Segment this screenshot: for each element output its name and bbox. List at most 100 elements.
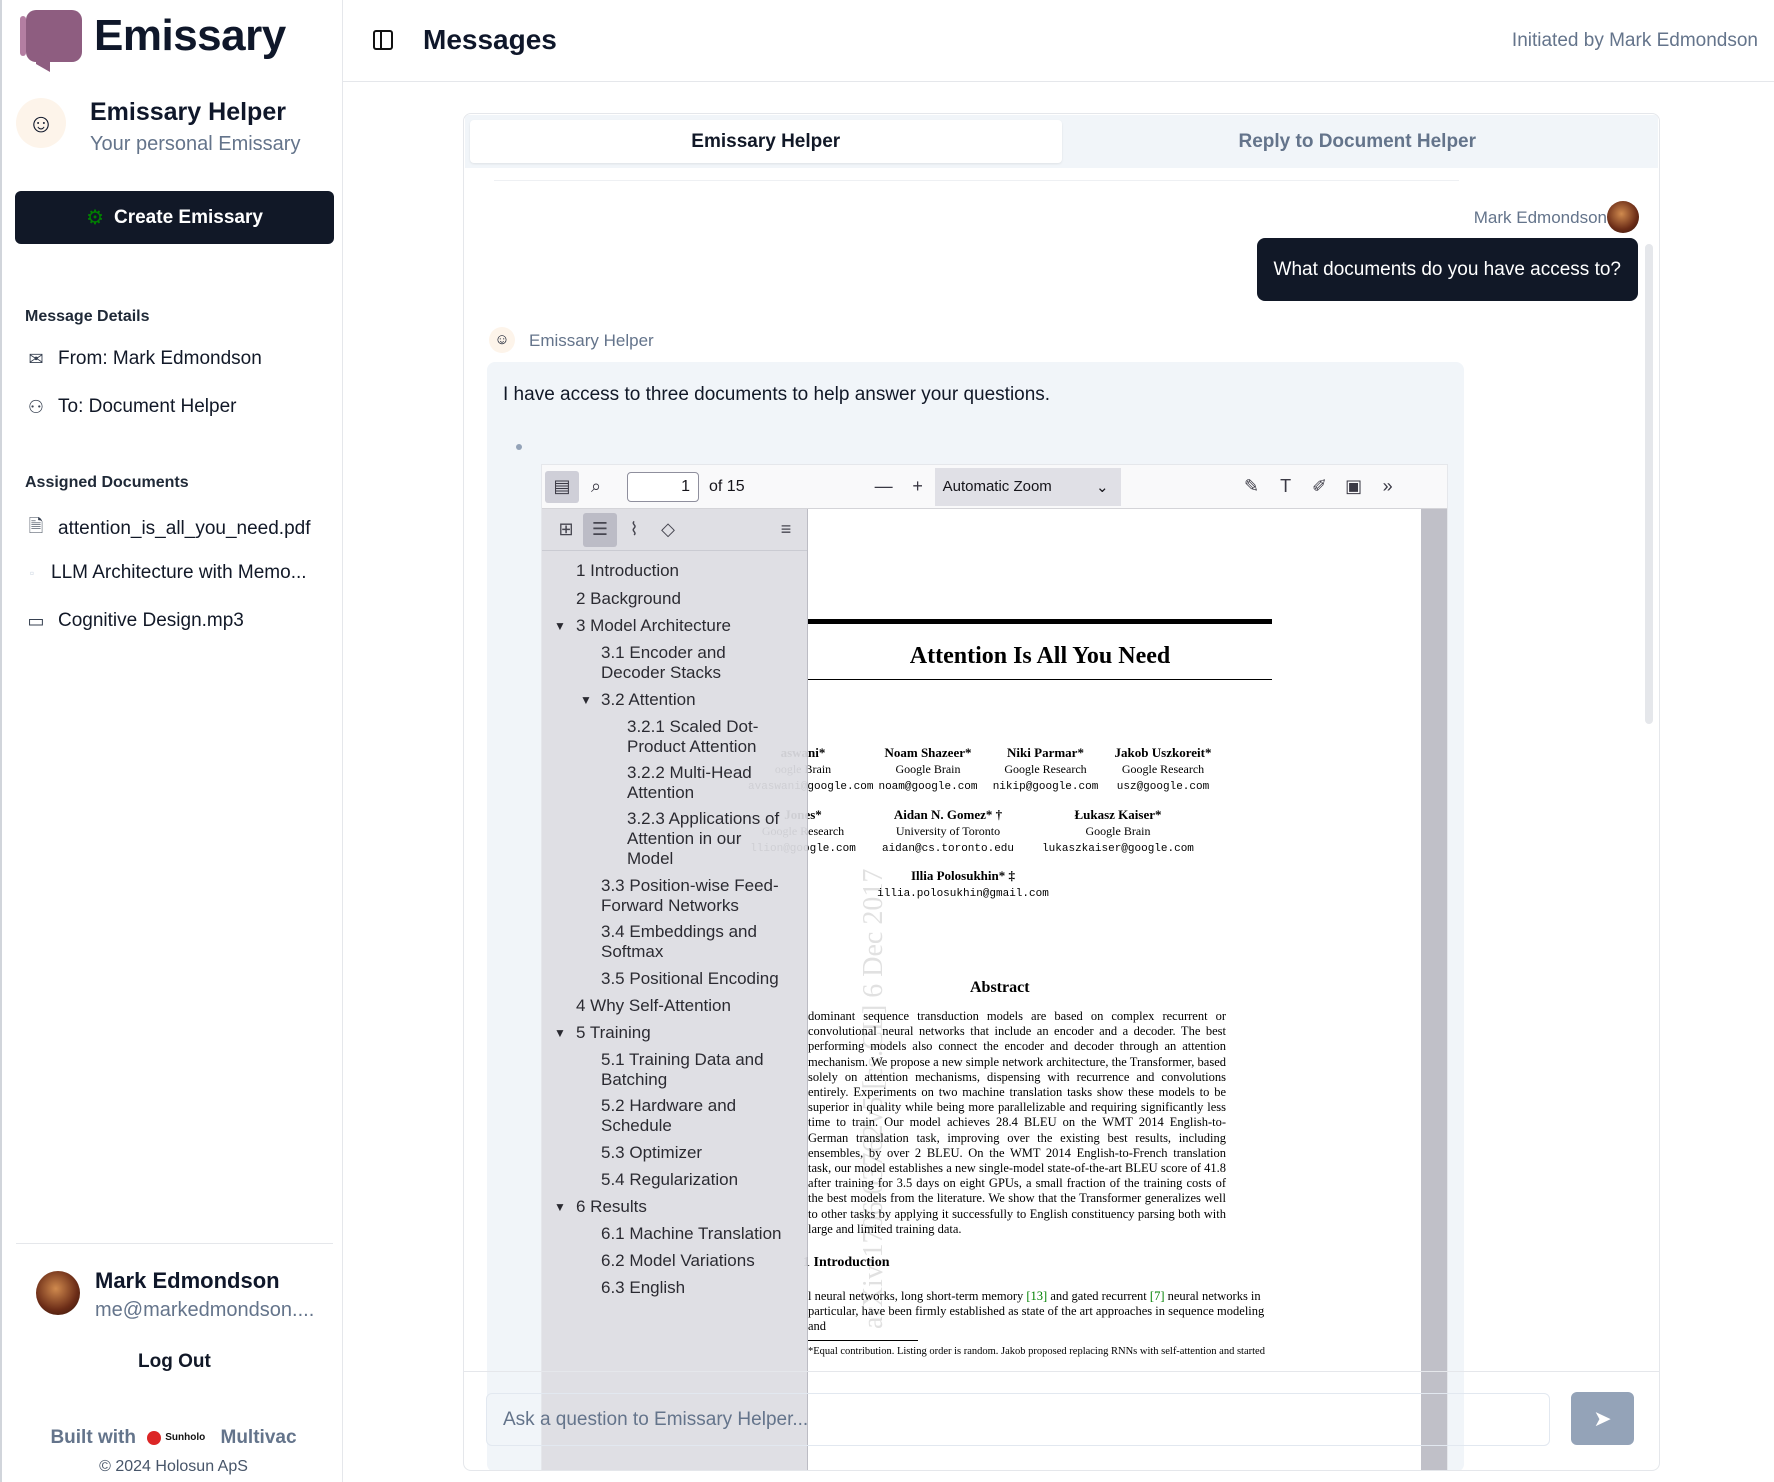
author: Noam Shazeer* Google Brain noam@google.com	[878, 745, 978, 793]
expand-triangle-icon[interactable]: ▼	[554, 1026, 566, 1040]
user-name: Mark Edmondson	[95, 1268, 280, 1293]
outline-item[interactable]: 3.2 Attention	[601, 690, 696, 710]
composer: Ask a question to Emissary Helper... ➤	[464, 1371, 1659, 1470]
outline-item[interactable]: Forward Networks	[601, 896, 739, 916]
pdf-toolbar: ▤ ⌕ 1 of 15 — + Automatic Zoom ⌄ ✎ T ✐ ▣…	[542, 465, 1447, 509]
current-outline-icon[interactable]: ≡	[769, 513, 803, 547]
pdf-outline-sidebar: ⊞ ☰ ⌇ ◇ ≡ 1 Introduction 2 Background ▼ …	[542, 509, 808, 1470]
copyright: © 2024 Holosun ApS	[99, 1458, 248, 1475]
image-icon[interactable]: ▣	[1337, 471, 1371, 503]
outline-toolbar: ⊞ ☰ ⌇ ◇ ≡	[542, 509, 807, 551]
abstract-text: dominant sequence transduction models ar…	[808, 1009, 1226, 1236]
create-emissary-label: Create Emissary	[114, 206, 263, 228]
document-item[interactable]: ▫ LLM Architecture with Memo...	[24, 562, 307, 584]
user-message: What documents do you have access to?	[1256, 238, 1638, 301]
helper-message-avatar: ☺	[489, 327, 515, 353]
gear-icon: ⚙	[86, 207, 104, 229]
text-icon[interactable]: T	[1269, 471, 1303, 503]
outline-item[interactable]: 5.4 Regularization	[601, 1170, 738, 1190]
outline-item[interactable]: 6 Results	[576, 1197, 647, 1217]
document-item[interactable]: ▭ Cognitive Design.mp3	[25, 610, 244, 632]
user-avatar	[36, 1271, 80, 1315]
document-item[interactable]: 🗎 attention_is_all_you_need.pdf	[25, 514, 311, 544]
draw-icon[interactable]: ✐	[1303, 471, 1337, 503]
outline-item[interactable]: 3.2.1 Scaled Dot-	[627, 717, 758, 737]
outline-item[interactable]: Softmax	[601, 942, 663, 962]
multivac-link[interactable]: Multivac	[221, 1427, 297, 1448]
tab-reply-document-helper[interactable]: Reply to Document Helper	[1062, 120, 1654, 163]
expand-triangle-icon[interactable]: ▼	[554, 1200, 566, 1214]
initiated-by: Initiated by Mark Edmondson	[1511, 30, 1758, 51]
page-number-input[interactable]: 1	[627, 471, 699, 502]
document-label: attention_is_all_you_need.pdf	[58, 518, 311, 539]
zoom-select[interactable]: Automatic Zoom ⌄	[934, 467, 1121, 506]
tab-emissary-helper[interactable]: Emissary Helper	[470, 120, 1062, 163]
outline-item[interactable]: 4 Why Self-Attention	[576, 996, 731, 1016]
user-email: me@markedmondson....	[95, 1299, 315, 1321]
outline-item[interactable]: 5 Training	[576, 1023, 651, 1043]
bot-sender-name: Emissary Helper	[529, 331, 654, 350]
app-name: Emissary	[94, 11, 286, 60]
from-label: From: Mark Edmondson	[58, 348, 262, 369]
outline-item[interactable]: Decoder Stacks	[601, 663, 721, 683]
outline-icon[interactable]: ☰	[583, 512, 617, 547]
outline-item[interactable]: Batching	[601, 1070, 667, 1090]
emissary-logo-icon	[20, 10, 82, 62]
create-emissary-button[interactable]: ⚙ Create Emissary	[15, 191, 334, 244]
pdf-scrollbar[interactable]	[1421, 509, 1447, 1470]
message-details-heading: Message Details	[25, 308, 150, 325]
thumbnails-icon[interactable]: ⊞	[549, 513, 583, 547]
chat-scrollbar[interactable]	[1645, 244, 1653, 724]
sidebar: Emissary ☺ Emissary Helper Your personal…	[0, 0, 343, 1482]
user-card: Mark Edmondson me@markedmondson.... Log …	[16, 1243, 333, 1373]
to-row: ⚇ To: Document Helper	[25, 396, 237, 418]
outline-item[interactable]: 5.1 Training Data and	[601, 1050, 764, 1070]
outline-item[interactable]: 3.4 Embeddings and	[601, 922, 757, 942]
outline-item[interactable]: 6.3 English	[601, 1278, 685, 1298]
outline-item[interactable]: 3.5 Positional Encoding	[601, 969, 779, 989]
title-rule	[808, 679, 1272, 680]
outline-item[interactable]: 2 Background	[576, 589, 681, 609]
bot-message-text: I have access to three documents to help…	[503, 384, 1051, 405]
layers-icon[interactable]: ◇	[651, 513, 685, 547]
expand-triangle-icon[interactable]: ▼	[580, 693, 592, 707]
page-count: of 15	[709, 477, 745, 495]
app-logo[interactable]: Emissary	[20, 10, 286, 62]
outline-item[interactable]: Attention	[627, 783, 694, 803]
tools-icon[interactable]: »	[1371, 471, 1405, 503]
outline-item[interactable]: 1 Introduction	[576, 561, 679, 581]
outline-item[interactable]: 3.3 Position-wise Feed-	[601, 876, 779, 896]
highlight-icon[interactable]: ✎	[1235, 471, 1269, 503]
user-sender-name: Mark Edmondson	[1473, 208, 1607, 227]
title-rule	[808, 619, 1272, 624]
outline-item[interactable]: Product Attention	[627, 737, 756, 757]
logout-button[interactable]: Log Out	[138, 1351, 211, 1373]
sidebar-toggle-icon[interactable]: ▤	[545, 470, 579, 503]
sidebar-toggle-icon[interactable]	[373, 30, 393, 50]
outline-item[interactable]: 3.2.2 Multi-Head	[627, 763, 752, 783]
intro-heading: 1 Introduction	[803, 1255, 890, 1270]
send-button[interactable]: ➤	[1571, 1392, 1634, 1445]
outline-item[interactable]: 6.1 Machine Translation	[601, 1224, 782, 1244]
footnote: *Equal contribution. Listing order is ra…	[808, 1346, 1265, 1357]
outline-item[interactable]: 3.2.3 Applications of	[627, 809, 779, 829]
outline-item[interactable]: Attention in our	[627, 829, 741, 849]
intro-text: l neural networks, long short-term memor…	[808, 1289, 1265, 1334]
expand-triangle-icon[interactable]: ▼	[554, 619, 566, 633]
search-icon[interactable]: ⌕	[579, 471, 613, 503]
file-icon: 🗎	[28, 516, 44, 536]
outline-item[interactable]: 3.1 Encoder and	[601, 643, 726, 663]
divider	[494, 180, 1459, 181]
document-label: Cognitive Design.mp3	[58, 610, 244, 631]
outline-item[interactable]: 3 Model Architecture	[576, 616, 731, 636]
outline-item[interactable]: Model	[627, 849, 673, 869]
outline-item[interactable]: 5.3 Optimizer	[601, 1143, 702, 1163]
attachments-icon[interactable]: ⌇	[617, 513, 651, 547]
outline-item[interactable]: 6.2 Model Variations	[601, 1251, 755, 1271]
zoom-in-icon[interactable]: +	[901, 471, 935, 503]
outline-item[interactable]: 5.2 Hardware and	[601, 1096, 736, 1116]
assigned-documents-heading: Assigned Documents	[25, 474, 189, 491]
message-input[interactable]: Ask a question to Emissary Helper...	[486, 1393, 1550, 1446]
zoom-out-icon[interactable]: —	[867, 471, 901, 503]
outline-item[interactable]: Schedule	[601, 1116, 672, 1136]
